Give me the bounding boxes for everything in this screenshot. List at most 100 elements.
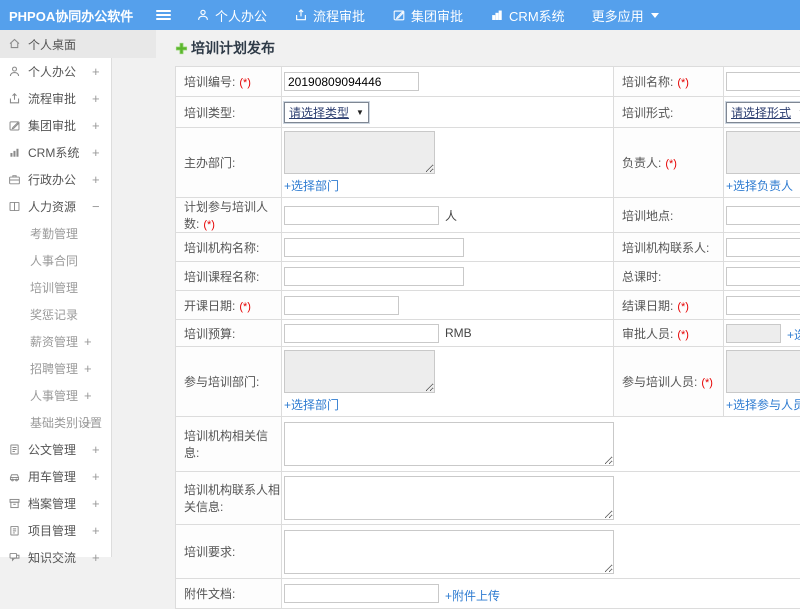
field-label-join-dept: 参与培训部门: <box>175 346 282 417</box>
topnav-crm[interactable]: CRM系统 <box>490 6 565 25</box>
training-name-input[interactable] <box>726 72 800 91</box>
pick-join-people-link[interactable]: +选择参与人员 <box>726 396 800 413</box>
main-content: 培训计划发布 培训编号:(*) 培训名称:(*) 培训类型: 请选择类型 ▼ <box>156 30 800 609</box>
pick-host-dept-link[interactable]: +选择部门 <box>284 177 339 194</box>
training-form-select[interactable]: 请选择形式 ▼ <box>726 101 800 123</box>
topnav-more-apps[interactable]: 更多应用 <box>592 6 659 25</box>
sidebar-item-personnel-mgmt[interactable]: 人事管理 + <box>0 382 112 409</box>
field-label-training-name: 培训名称: (*) <box>613 66 724 97</box>
sidebar-item-recruit-mgmt[interactable]: 招聘管理 + <box>0 355 112 382</box>
sidebar-item-hr-contract[interactable]: 人事合同 <box>0 247 112 274</box>
topnav-workflow-approval[interactable]: 流程审批 <box>294 6 365 25</box>
pick-leader-link[interactable]: +选择负责人 <box>726 177 793 194</box>
sidebar-item-personal-office[interactable]: 个人办公 + <box>0 58 112 85</box>
field-label-join-people: 参与培训人员: (*) <box>613 346 724 417</box>
sidebar-item-reward-punish-records[interactable]: 奖惩记录 <box>0 301 112 328</box>
start-date-input[interactable] <box>284 295 399 315</box>
edit-icon <box>393 10 405 21</box>
expand-toggle[interactable]: + <box>84 334 92 349</box>
requirements-textarea[interactable] <box>284 529 614 574</box>
expand-toggle[interactable]: + <box>92 469 100 484</box>
sidebar-subitem-label: 招聘管理 <box>30 362 79 376</box>
sidebar-item-label: 个人办公 <box>28 65 77 79</box>
training-no-input[interactable] <box>284 72 419 91</box>
end-date-input[interactable] <box>726 295 800 315</box>
sidebar-item-vehicle-mgmt[interactable]: 用车管理 + <box>0 463 112 490</box>
field-label-attachment: 附件文档: <box>175 578 282 609</box>
sidebar-item-archive-mgmt[interactable]: 档案管理 + <box>0 490 112 517</box>
field-label-leader: 负责人: (*) <box>613 127 724 198</box>
chat-icon <box>8 551 22 565</box>
expand-toggle[interactable]: + <box>92 523 100 538</box>
expand-toggle[interactable]: + <box>84 415 92 430</box>
hamburger-menu-icon[interactable] <box>156 8 174 22</box>
sidebar-item-label: 流程审批 <box>28 92 77 106</box>
sidebar-item-knowledge-exchange[interactable]: 知识交流 + <box>0 544 112 571</box>
collapse-toggle[interactable]: − <box>92 199 100 214</box>
expand-toggle[interactable]: + <box>92 442 100 457</box>
expand-toggle[interactable]: + <box>92 145 100 160</box>
topnav-label: 集团审批 <box>411 8 464 24</box>
planned-count-input[interactable] <box>284 205 439 225</box>
edit-icon <box>8 119 22 133</box>
expand-toggle[interactable]: + <box>92 91 100 106</box>
field-label-requirements: 培训要求: <box>175 524 282 579</box>
sidebar-item-human-resources[interactable]: 人力资源 − <box>0 193 112 220</box>
required-mark: (*) <box>203 219 215 231</box>
topnav-personal-office[interactable]: 个人办公 <box>196 6 267 25</box>
expand-toggle[interactable]: + <box>84 388 92 403</box>
sidebar-subitem-label: 奖惩记录 <box>30 308 79 322</box>
user-icon <box>8 65 22 79</box>
select-value: 请选择类型 <box>289 105 350 120</box>
expand-toggle[interactable]: + <box>92 496 100 511</box>
leader-textarea[interactable] <box>726 131 800 174</box>
sidebar-item-base-category-settings[interactable]: 基础类别设置 + <box>0 409 112 436</box>
expand-toggle[interactable]: + <box>92 172 100 187</box>
home-icon <box>8 37 22 51</box>
sidebar-item-attendance-mgmt[interactable]: 考勤管理 <box>0 220 112 247</box>
field-label-org-contact-info: 培训机构联系人相关信息: <box>175 471 282 525</box>
sidebar-item-personal-desktop[interactable]: 个人桌面 <box>0 30 156 58</box>
pick-approver-link[interactable]: +选择审批人员 <box>787 326 800 343</box>
org-contact-info-textarea[interactable] <box>284 476 614 520</box>
org-info-textarea[interactable] <box>284 422 614 466</box>
topnav-group-approval[interactable]: 集团审批 <box>392 6 463 25</box>
budget-input[interactable] <box>284 323 439 343</box>
sidebar-item-workflow-approval[interactable]: 流程审批 + <box>0 85 112 112</box>
attachment-input[interactable] <box>284 584 439 603</box>
sidebar-item-salary-mgmt[interactable]: 薪资管理 + <box>0 328 112 355</box>
expand-toggle[interactable]: + <box>84 361 92 376</box>
training-type-select[interactable]: 请选择类型 ▼ <box>284 101 369 123</box>
org-contact-input[interactable] <box>726 237 800 257</box>
doc-icon <box>8 443 22 457</box>
sidebar-item-group-approval[interactable]: 集团审批 + <box>0 112 112 139</box>
sidebar-item-crm[interactable]: CRM系统 + <box>0 139 112 166</box>
sidebar-item-project-mgmt[interactable]: 项目管理 + <box>0 517 112 544</box>
briefcase-icon <box>8 173 22 187</box>
sidebar-item-training-mgmt[interactable]: 培训管理 <box>0 274 112 301</box>
workflow-icon <box>8 92 22 106</box>
total-hours-input[interactable] <box>726 266 800 286</box>
chevron-down-icon <box>650 12 659 18</box>
field-label-end-date: 结课日期: (*) <box>613 290 724 320</box>
location-input[interactable] <box>726 205 800 225</box>
join-people-textarea[interactable] <box>726 350 800 393</box>
org-name-input[interactable] <box>284 237 464 257</box>
attachment-upload-link[interactable]: +附件上传 <box>445 587 500 604</box>
training-plan-form: 培训编号:(*) 培训名称:(*) 培训类型: 请选择类型 ▼ 培训形式: 请选 <box>175 66 800 609</box>
approver-input[interactable] <box>726 323 781 343</box>
sidebar-item-document-mgmt[interactable]: 公文管理 + <box>0 436 112 463</box>
field-label-training-no: 培训编号: (*) <box>175 66 282 97</box>
sidebar-subitem-label: 人事管理 <box>30 389 79 403</box>
sidebar-item-admin-office[interactable]: 行政办公 + <box>0 166 112 193</box>
sidebar-item-label: 档案管理 <box>28 497 77 511</box>
expand-toggle[interactable]: + <box>92 118 100 133</box>
sidebar-item-label: 知识交流 <box>28 551 77 565</box>
course-name-input[interactable] <box>284 266 464 286</box>
car-icon <box>8 470 22 484</box>
host-dept-textarea[interactable] <box>284 131 435 174</box>
expand-toggle[interactable]: + <box>92 64 100 79</box>
join-dept-textarea[interactable] <box>284 350 435 393</box>
expand-toggle[interactable]: + <box>92 550 100 565</box>
pick-join-dept-link[interactable]: +选择部门 <box>284 396 339 413</box>
